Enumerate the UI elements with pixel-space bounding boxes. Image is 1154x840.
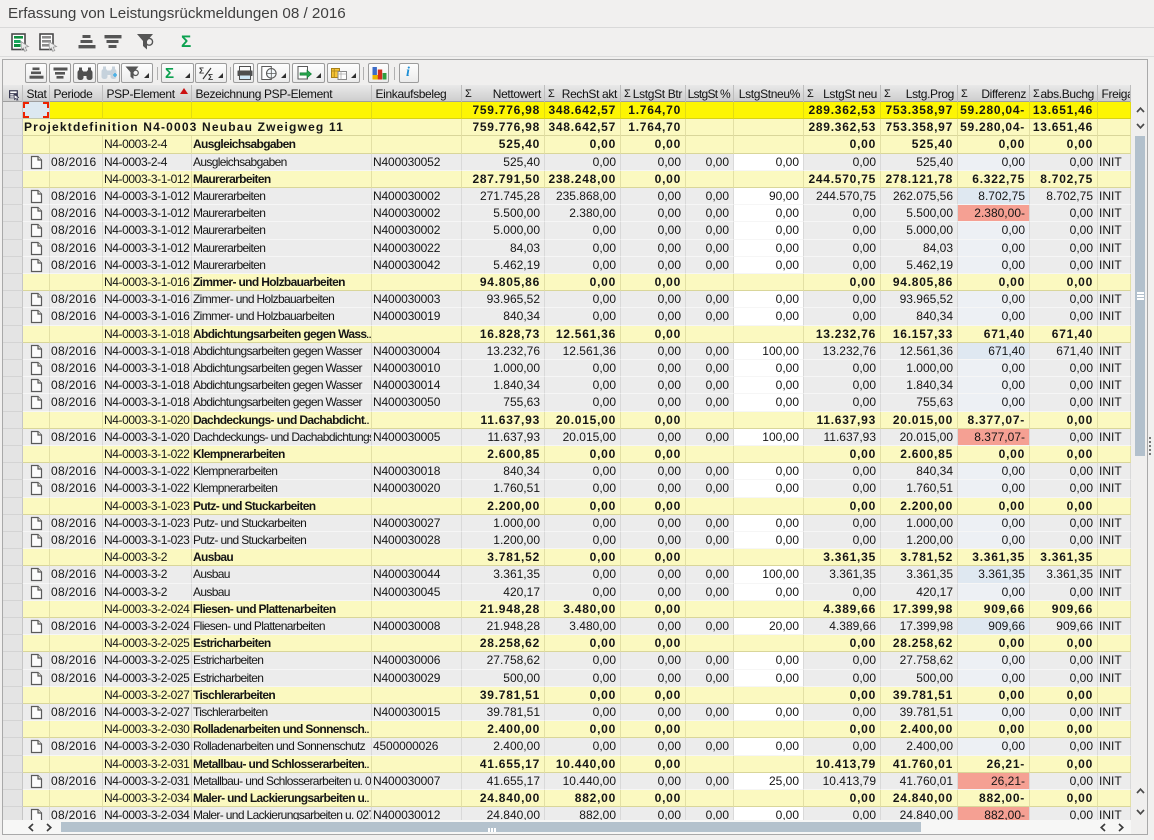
svg-text:Σ: Σ xyxy=(208,72,213,81)
svg-text:Σ: Σ xyxy=(199,66,204,76)
